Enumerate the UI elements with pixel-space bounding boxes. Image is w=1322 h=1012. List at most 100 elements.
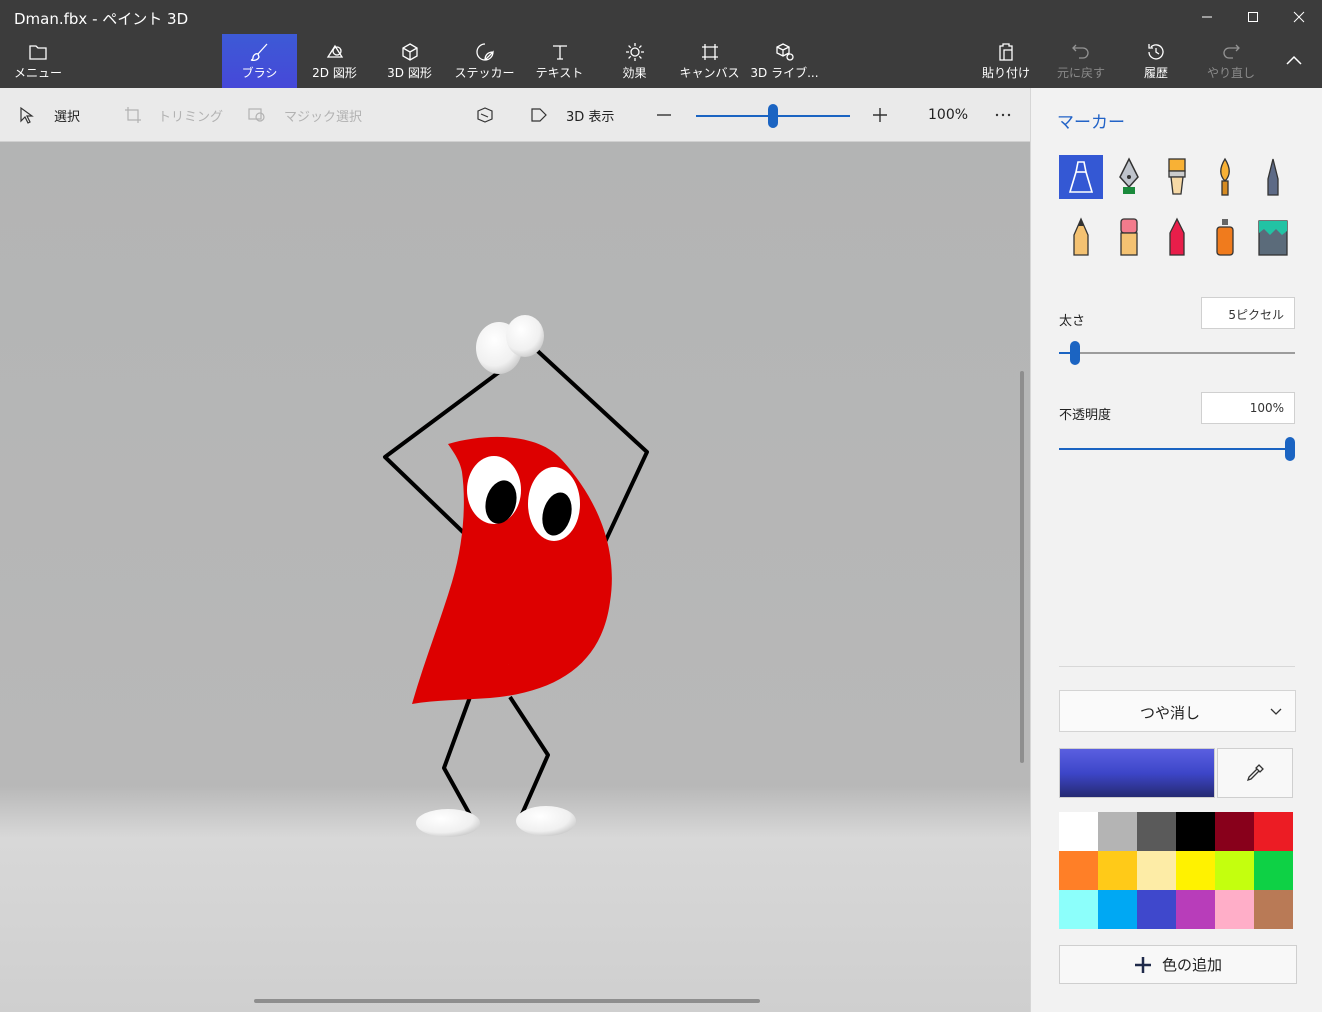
spray-can-brush[interactable]: [1203, 215, 1247, 259]
marker-brush[interactable]: [1059, 155, 1103, 199]
zoom-in-button[interactable]: [871, 88, 889, 142]
color-swatch[interactable]: [1254, 851, 1293, 890]
more-options-button[interactable]: [994, 88, 1012, 142]
current-color-swatch[interactable]: [1059, 748, 1215, 798]
fill-bucket-icon: [1258, 220, 1288, 256]
vertical-scrollbar[interactable]: [1020, 371, 1024, 763]
opacity-slider[interactable]: [1059, 437, 1295, 461]
redo-button[interactable]: やり直し: [1201, 34, 1261, 88]
add-color-label: 色の追加: [1161, 956, 1222, 974]
tab-3d-shapes[interactable]: 3D 図形: [372, 34, 447, 88]
magic-select-button[interactable]: マジック選択: [248, 88, 362, 142]
finish-dropdown[interactable]: つや消し: [1059, 690, 1296, 732]
collapse-toolbar-button[interactable]: [1276, 34, 1312, 88]
color-swatch[interactable]: [1098, 890, 1137, 929]
zoom-level[interactable]: 100%: [928, 88, 968, 142]
finish-value: つや消し: [1140, 704, 1201, 722]
calligraphy-pen-brush[interactable]: [1107, 155, 1151, 199]
marker-icon: [1068, 161, 1094, 193]
pencil-brush[interactable]: [1059, 215, 1103, 259]
oil-brush[interactable]: [1155, 155, 1199, 199]
crayon-icon: [1169, 217, 1185, 256]
title-bar: Dman.fbx - ペイント 3D: [0, 0, 1322, 34]
select-button[interactable]: 選択: [18, 88, 80, 142]
color-swatch[interactable]: [1098, 851, 1137, 890]
color-swatch[interactable]: [1254, 812, 1293, 851]
minimize-icon: [1202, 16, 1212, 18]
panel-title: マーカー: [1057, 113, 1125, 133]
feet: [416, 806, 576, 837]
crop-button[interactable]: トリミング: [124, 88, 223, 142]
eraser-brush[interactable]: [1107, 215, 1151, 259]
3d-scene[interactable]: [0, 142, 1030, 1012]
maximize-button[interactable]: [1230, 0, 1276, 34]
mixed-reality-button[interactable]: [476, 88, 494, 142]
2d-shapes-label: 2D 図形: [312, 66, 357, 80]
color-swatch[interactable]: [1215, 851, 1254, 890]
horizontal-scrollbar[interactable]: [254, 999, 760, 1003]
tab-3d-library[interactable]: 3D ライブ...: [747, 34, 822, 88]
brush-label: ブラシ: [241, 66, 278, 80]
zoom-out-button[interactable]: [655, 88, 673, 142]
opacity-slider-thumb[interactable]: [1285, 437, 1295, 461]
opacity-slider-fill: [1059, 448, 1290, 450]
tab-text[interactable]: テキスト: [522, 34, 597, 88]
undo-button[interactable]: 元に戻す: [1051, 34, 1111, 88]
tab-2d-shapes[interactable]: 2D 図形: [297, 34, 372, 88]
color-swatch[interactable]: [1176, 812, 1215, 851]
color-swatch[interactable]: [1215, 890, 1254, 929]
thickness-slider-thumb[interactable]: [1070, 341, 1080, 365]
cube-icon: [401, 43, 418, 61]
3d-library-icon: [775, 43, 794, 61]
color-palette: [1059, 812, 1293, 930]
tab-sticker[interactable]: ステッカー: [447, 34, 522, 88]
fill-bucket-brush[interactable]: [1251, 215, 1295, 259]
menu-label: メニュー: [13, 66, 62, 80]
brush-icon: [250, 43, 267, 62]
opacity-input[interactable]: 100%: [1201, 392, 1295, 424]
color-swatch[interactable]: [1059, 890, 1098, 929]
color-swatch[interactable]: [1137, 890, 1176, 929]
color-swatch[interactable]: [1137, 851, 1176, 890]
color-swatch[interactable]: [1176, 851, 1215, 890]
more-icon: [995, 113, 1011, 117]
zoom-slider[interactable]: [696, 104, 850, 128]
color-swatch[interactable]: [1254, 890, 1293, 929]
thickness-slider[interactable]: [1059, 341, 1295, 365]
mixed-reality-icon: [477, 107, 493, 123]
color-swatch[interactable]: [1137, 812, 1176, 851]
brush-panel: マーカー 太さ 5ピクセル 不透明度 100% つや消し 色の追加: [1030, 88, 1322, 1012]
crayon-brush[interactable]: [1155, 215, 1199, 259]
3d-library-label: 3D ライブ...: [750, 66, 819, 80]
redo-icon: [1223, 44, 1240, 59]
color-swatch[interactable]: [1059, 851, 1098, 890]
color-swatch[interactable]: [1215, 812, 1254, 851]
color-swatch[interactable]: [1176, 890, 1215, 929]
effects-label: 効果: [622, 66, 647, 80]
3d-view-button[interactable]: 3D 表示: [530, 88, 614, 142]
tab-effects[interactable]: 効果: [597, 34, 672, 88]
oil-brush-icon: [1168, 158, 1186, 195]
color-swatch[interactable]: [1098, 812, 1137, 851]
tab-brush[interactable]: ブラシ: [222, 34, 297, 88]
pixel-pen-brush[interactable]: [1251, 155, 1295, 199]
eraser-icon: [1120, 218, 1138, 256]
zoom-slider-thumb[interactable]: [768, 104, 778, 128]
2d-shapes-icon: [326, 44, 343, 58]
minimize-button[interactable]: [1184, 0, 1230, 34]
paste-button[interactable]: 貼り付け: [976, 34, 1036, 88]
add-color-button[interactable]: 色の追加: [1059, 945, 1297, 984]
menu-button[interactable]: メニュー: [6, 34, 70, 88]
watercolor-brush[interactable]: [1203, 155, 1247, 199]
color-swatch[interactable]: [1059, 812, 1098, 851]
minus-icon: [657, 114, 671, 116]
canvas-area[interactable]: [0, 142, 1030, 1012]
close-button[interactable]: [1276, 0, 1322, 34]
thickness-input[interactable]: 5ピクセル: [1201, 297, 1295, 329]
tab-canvas[interactable]: キャンバス: [672, 34, 747, 88]
eyedropper-button[interactable]: [1217, 748, 1293, 798]
panel-divider: [1059, 666, 1295, 667]
watercolor-icon: [1220, 157, 1230, 196]
history-button[interactable]: 履歴: [1126, 34, 1186, 88]
undo-icon: [1072, 44, 1089, 59]
